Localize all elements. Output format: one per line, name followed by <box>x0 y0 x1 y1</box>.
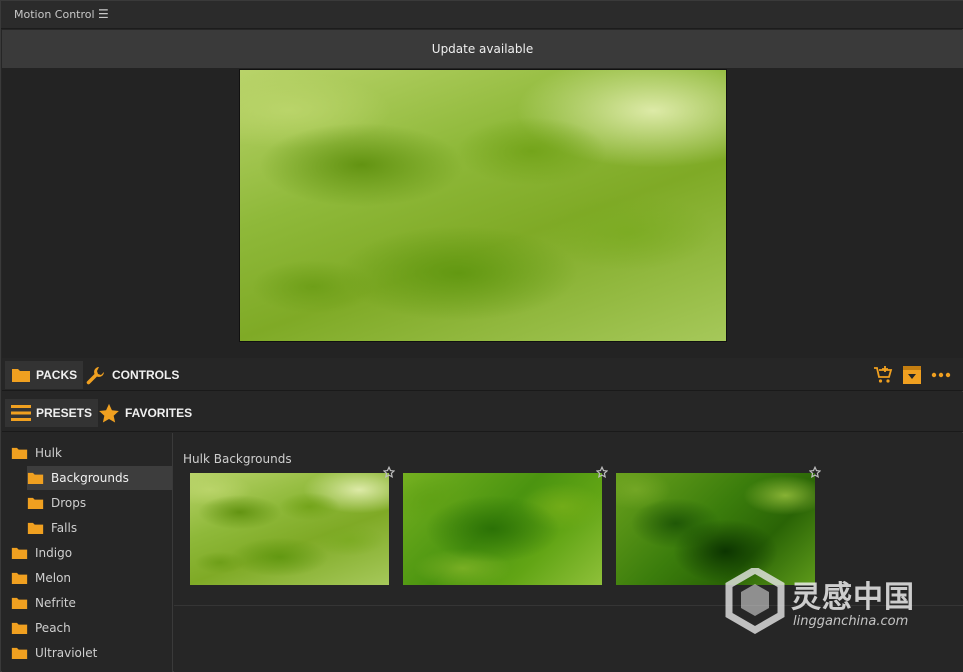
tree-item-backgrounds[interactable]: Backgrounds <box>27 466 172 490</box>
main-tab-bar: PACKS CONTROLS <box>2 358 963 391</box>
tab-favorites-label: FAVORITES <box>125 406 193 420</box>
folder-icon <box>27 497 44 509</box>
folder-icon <box>11 572 28 584</box>
tree-item-label: Backgrounds <box>51 471 129 485</box>
tree-item-hulk[interactable]: Hulk <box>2 441 172 465</box>
tree-item-label: Ultraviolet <box>35 646 98 660</box>
tab-controls-label: CONTROLS <box>112 368 180 382</box>
preview-area <box>2 68 963 358</box>
sub-tab-bar: PRESETS FAVORITES <box>2 392 963 432</box>
folder-icon <box>11 647 28 659</box>
tree-item-label: Melon <box>35 571 72 585</box>
tab-controls[interactable]: CONTROLS <box>79 361 185 389</box>
hamburger-icon[interactable]: ☰ <box>98 7 109 21</box>
star-outline-icon[interactable] <box>596 466 608 478</box>
folder-icon <box>12 369 30 382</box>
folder-icon <box>27 472 44 484</box>
tree-item-peach[interactable]: Peach <box>11 616 171 640</box>
app-title: Motion Control <box>14 8 95 21</box>
tab-packs[interactable]: PACKS <box>5 361 84 389</box>
update-banner[interactable]: Update available <box>2 30 963 68</box>
folder-icon <box>11 622 28 634</box>
list-icon <box>11 405 31 421</box>
folder-icon <box>11 597 28 609</box>
tree-item-drops[interactable]: Drops <box>27 491 172 515</box>
toolbar-icons <box>873 363 951 387</box>
tree-item-ultraviolet[interactable]: Ultraviolet <box>11 641 171 665</box>
star-icon <box>99 403 119 423</box>
preset-thumbnail[interactable] <box>616 473 815 585</box>
more-icon[interactable] <box>931 371 951 379</box>
update-banner-text[interactable]: Update available <box>432 30 533 68</box>
folder-icon <box>11 447 28 459</box>
pack-tree: Hulk Backgrounds Drops Falls Indigo Melo… <box>2 433 173 672</box>
tree-item-label: Peach <box>35 621 71 635</box>
folder-icon <box>27 522 44 534</box>
wrench-icon <box>86 367 104 385</box>
star-outline-icon[interactable] <box>383 466 395 478</box>
section-title: Hulk Backgrounds <box>183 452 292 466</box>
tree-item-label: Indigo <box>35 546 73 560</box>
tab-presets[interactable]: PRESETS <box>5 399 99 427</box>
tab-favorites[interactable]: FAVORITES <box>92 399 198 427</box>
tree-item-label: Nefrite <box>35 596 76 610</box>
preset-thumbnail[interactable] <box>403 473 602 585</box>
tree-item-falls[interactable]: Falls <box>27 516 172 540</box>
tree-item-label: Drops <box>51 496 87 510</box>
preset-grid: Hulk Backgrounds <box>174 433 963 672</box>
download-box-icon[interactable] <box>902 365 922 385</box>
star-outline-icon[interactable] <box>809 466 821 478</box>
tree-item-indigo[interactable]: Indigo <box>11 541 171 565</box>
preset-thumbnail[interactable] <box>190 473 389 585</box>
title-bar: Motion Control ☰ <box>1 1 963 29</box>
tree-item-melon[interactable]: Melon <box>11 566 171 590</box>
tab-packs-label: PACKS <box>36 368 78 382</box>
cart-add-icon[interactable] <box>873 365 893 385</box>
app-window: Motion Control ☰ Update available PACKS … <box>0 0 963 672</box>
content-divider <box>174 605 963 606</box>
preview-image <box>239 69 727 342</box>
tree-item-label: Falls <box>51 521 78 535</box>
tab-presets-label: PRESETS <box>36 406 93 420</box>
folder-icon <box>11 547 28 559</box>
tree-item-label: Hulk <box>35 446 62 460</box>
tree-item-nefrite[interactable]: Nefrite <box>11 591 171 615</box>
